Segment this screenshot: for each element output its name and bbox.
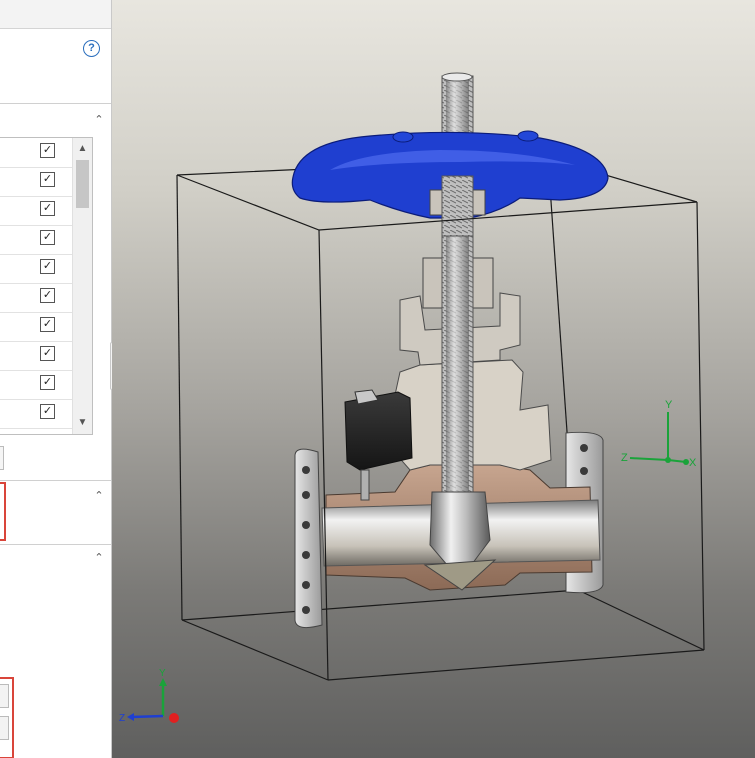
gate-valve-model[interactable] bbox=[291, 72, 609, 629]
panel-tab-strip[interactable] bbox=[0, 0, 111, 29]
model-view: Y X Z Y Z bbox=[119, 72, 705, 724]
collapse-icon[interactable]: ⌃ bbox=[93, 490, 105, 502]
collapse-icon[interactable]: ⌃ bbox=[93, 552, 105, 564]
highlight-frame bbox=[0, 482, 6, 541]
include-checkbox[interactable]: ✓ bbox=[40, 375, 55, 390]
list-item[interactable]: ✓ bbox=[0, 225, 72, 255]
collapse-icon[interactable]: ⌃ bbox=[93, 114, 105, 126]
list-item[interactable]: ✓ bbox=[0, 399, 72, 429]
include-checkbox[interactable]: ✓ bbox=[40, 201, 55, 216]
option-button[interactable] bbox=[0, 716, 9, 740]
list-item[interactable]: ✓ bbox=[0, 370, 72, 400]
include-checkbox[interactable]: ✓ bbox=[40, 143, 55, 158]
triad-label-z: Z bbox=[119, 713, 125, 724]
property-manager-panel: ? ⌃ ✓ ✓ ✓ ✓ ✓ ✓ ✓ ✓ ✓ ✓ ▲ ▼ ⌃ ⌃ bbox=[0, 0, 112, 758]
list-item[interactable]: ✓ bbox=[0, 167, 72, 197]
help-icon[interactable]: ? bbox=[83, 40, 100, 57]
graphics-area[interactable]: Y X Z Y Z bbox=[112, 0, 755, 758]
list-item[interactable]: ✓ bbox=[0, 196, 72, 226]
section-divider bbox=[0, 480, 111, 481]
include-checkbox[interactable]: ✓ bbox=[40, 230, 55, 245]
scroll-thumb[interactable] bbox=[76, 160, 89, 208]
scroll-up-arrow-icon[interactable]: ▲ bbox=[76, 143, 89, 155]
include-checkbox[interactable]: ✓ bbox=[40, 404, 55, 419]
option-button[interactable] bbox=[0, 684, 9, 708]
list-item[interactable]: ✓ bbox=[0, 254, 72, 284]
list-item[interactable]: ✓ bbox=[0, 283, 72, 313]
section-divider bbox=[0, 544, 111, 545]
list-scrollbar[interactable]: ▲ ▼ bbox=[72, 138, 92, 434]
triad-label-y: Y bbox=[159, 668, 166, 679]
axis-label-z: Z bbox=[621, 452, 628, 464]
section-divider bbox=[0, 103, 111, 104]
axis-label-y: Y bbox=[665, 399, 673, 411]
include-checkbox[interactable]: ✓ bbox=[40, 317, 55, 332]
part-axis-triad: Y X Z bbox=[621, 399, 697, 469]
component-list[interactable]: ✓ ✓ ✓ ✓ ✓ ✓ ✓ ✓ ✓ ✓ ▲ ▼ bbox=[0, 137, 93, 435]
include-checkbox[interactable]: ✓ bbox=[40, 288, 55, 303]
include-checkbox[interactable]: ✓ bbox=[40, 172, 55, 187]
list-item[interactable]: ✓ bbox=[0, 138, 72, 168]
list-item[interactable]: ✓ bbox=[0, 312, 72, 342]
include-checkbox[interactable]: ✓ bbox=[40, 346, 55, 361]
scroll-down-arrow-icon[interactable]: ▼ bbox=[76, 417, 89, 429]
axis-label-x: X bbox=[689, 457, 697, 469]
list-item[interactable]: ✓ bbox=[0, 341, 72, 371]
include-checkbox[interactable]: ✓ bbox=[40, 259, 55, 274]
option-field[interactable] bbox=[0, 446, 4, 470]
view-orientation-triad[interactable]: Y Z bbox=[119, 668, 179, 724]
